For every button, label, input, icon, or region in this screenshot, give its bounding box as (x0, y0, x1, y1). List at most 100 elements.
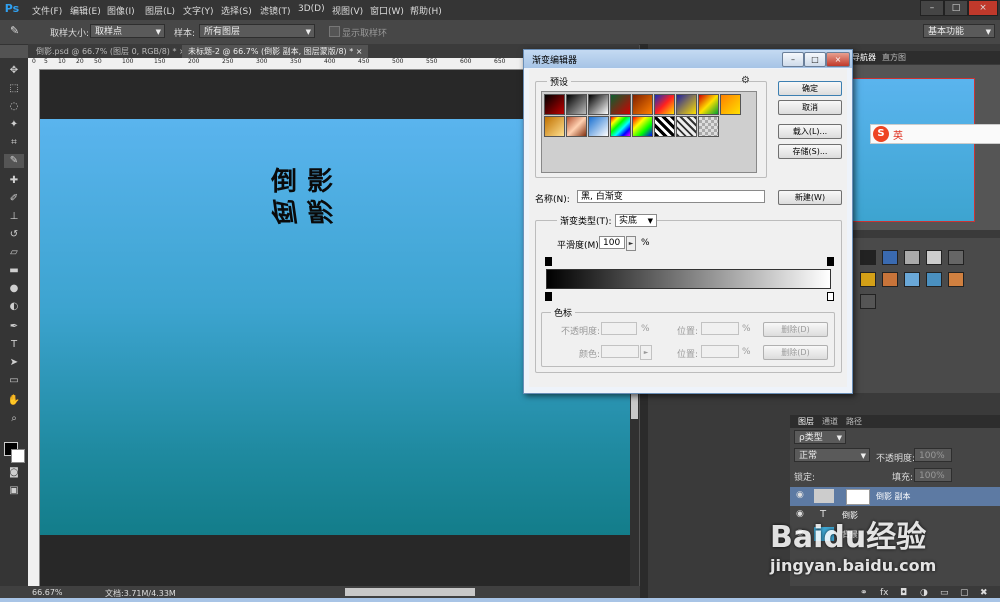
chevron-right-icon[interactable]: ► (626, 236, 636, 251)
layer-filter-select[interactable]: ρ类型 ▼ (794, 430, 846, 444)
preset-swatch[interactable] (720, 94, 741, 115)
menu-file[interactable]: 文件(F) (32, 4, 62, 17)
tab-document-2[interactable]: 未标题-2 @ 66.7% (倒影 副本, 图层蒙版/8) * × (182, 45, 369, 58)
stop-opacity-field[interactable] (601, 322, 637, 335)
style-swatch[interactable] (860, 294, 876, 309)
screen-mode-icon[interactable]: ▣ (4, 484, 24, 498)
menu-type[interactable]: 文字(Y) (183, 4, 214, 17)
gear-icon[interactable]: ⚙ (741, 75, 750, 86)
preset-swatch[interactable] (588, 116, 609, 137)
type-tool-icon[interactable]: T (4, 338, 24, 352)
hand-tool-icon[interactable]: ✋ (4, 394, 24, 408)
tab-layers[interactable]: 图层 (798, 416, 814, 427)
minimize-button[interactable]: – (920, 0, 944, 16)
dodge-tool-icon[interactable]: ◐ (4, 300, 24, 314)
preset-swatch[interactable] (698, 94, 719, 115)
eyedropper-tool-icon[interactable]: ✎ (4, 154, 24, 168)
name-field[interactable]: 黑, 白渐变 (577, 190, 765, 203)
crop-tool-icon[interactable]: ⌗ (4, 136, 24, 150)
style-swatch[interactable] (882, 250, 898, 265)
menu-filter[interactable]: 滤镜(T) (260, 4, 291, 17)
workspace-select[interactable]: 基本功能 ▼ (923, 24, 995, 38)
delete-opacity-stop-button[interactable]: 删除(D) (763, 322, 828, 337)
color-stop-right[interactable] (827, 292, 834, 301)
navigator-preview[interactable] (850, 78, 975, 222)
menu-help[interactable]: 帮助(H) (410, 4, 442, 17)
canvas-text-layer[interactable]: 倒影 倒影 (232, 168, 382, 225)
preset-swatch[interactable] (632, 94, 653, 115)
menu-view[interactable]: 视图(V) (332, 4, 363, 17)
save-button[interactable]: 存储(S)... (778, 144, 842, 159)
magic-wand-tool-icon[interactable]: ✦ (4, 118, 24, 132)
tab-paths[interactable]: 路径 (846, 416, 862, 427)
preset-swatch[interactable] (698, 116, 719, 137)
preset-swatch[interactable] (610, 116, 631, 137)
tab-histogram[interactable]: 直方图 (882, 52, 906, 63)
gradient-type-select[interactable]: 实底 ▼ (615, 214, 657, 227)
load-button[interactable]: 载入(L)... (778, 124, 842, 139)
menu-window[interactable]: 窗口(W) (370, 4, 404, 17)
opacity-stop-right[interactable] (827, 257, 834, 266)
clone-stamp-tool-icon[interactable]: ⊥ (4, 210, 24, 224)
smoothness-field[interactable]: 100 (599, 236, 625, 249)
eye-icon[interactable]: ◉ (796, 490, 804, 500)
cancel-button[interactable]: 取消 (778, 100, 842, 115)
style-swatch[interactable] (860, 250, 876, 265)
fill-field[interactable]: 100% (914, 468, 952, 482)
blur-tool-icon[interactable]: ● (4, 282, 24, 296)
close-button[interactable]: × (968, 0, 998, 16)
move-tool-icon[interactable]: ✥ (4, 64, 24, 78)
gradient-preview-bar[interactable] (546, 269, 831, 289)
delete-color-stop-button[interactable]: 删除(D) (763, 345, 828, 360)
stop-color-swatch[interactable] (601, 345, 639, 358)
sample-size-select[interactable]: 取样点 ▼ (90, 24, 165, 38)
background-color-swatch[interactable] (11, 449, 25, 463)
preset-swatch[interactable] (610, 94, 631, 115)
quick-mask-icon[interactable]: ◙ (4, 466, 24, 480)
dialog-title-bar[interactable]: 渐变编辑器 – □ × (524, 50, 852, 68)
preset-swatch[interactable] (676, 116, 697, 137)
ime-toolbar[interactable]: S 英 (870, 124, 1000, 144)
eyedropper-icon[interactable]: ✎ (10, 24, 19, 37)
history-brush-tool-icon[interactable]: ↺ (4, 228, 24, 242)
path-selection-tool-icon[interactable]: ➤ (4, 356, 24, 370)
style-swatch[interactable] (904, 250, 920, 265)
menu-layer[interactable]: 图层(L) (145, 4, 175, 17)
menu-image[interactable]: 图像(I) (107, 4, 135, 17)
restore-button[interactable]: □ (944, 0, 968, 16)
color-location-field[interactable] (701, 345, 739, 358)
gradient-tool-icon[interactable]: ▬ (4, 264, 24, 278)
zoom-tool-icon[interactable]: ⌕ (4, 412, 24, 426)
tab-document-1[interactable]: 倒影.psd @ 66.7% (图层 0, RGB/8) * × (30, 45, 192, 58)
style-swatch[interactable] (926, 272, 942, 287)
dialog-close-button[interactable]: × (826, 52, 850, 67)
menu-3d[interactable]: 3D(D) (298, 4, 325, 14)
preset-swatch[interactable] (566, 116, 587, 137)
layer-mask-thumbnail[interactable] (846, 489, 870, 505)
sample-select[interactable]: 所有图层 ▼ (199, 24, 315, 38)
style-swatch[interactable] (904, 272, 920, 287)
style-swatch[interactable] (860, 272, 876, 287)
preset-swatch[interactable] (588, 94, 609, 115)
eraser-tool-icon[interactable]: ▱ (4, 246, 24, 260)
style-swatch[interactable] (926, 250, 942, 265)
style-swatch[interactable] (882, 272, 898, 287)
layer-row[interactable]: ◉ 倒影 副本 (790, 487, 1000, 506)
preset-swatch[interactable] (566, 94, 587, 115)
new-button[interactable]: 新建(W) (778, 190, 842, 205)
close-icon[interactable]: × (356, 47, 363, 56)
opacity-location-field[interactable] (701, 322, 739, 335)
healing-brush-tool-icon[interactable]: ✚ (4, 174, 24, 188)
style-swatch[interactable] (948, 272, 964, 287)
preset-swatch[interactable] (544, 94, 565, 115)
preset-swatch[interactable] (544, 116, 565, 137)
opacity-stop-left[interactable] (545, 257, 552, 266)
shape-tool-icon[interactable]: ▭ (4, 374, 24, 388)
preset-swatch[interactable] (632, 116, 653, 137)
style-swatch[interactable] (948, 250, 964, 265)
horizontal-scrollbar-thumb[interactable] (345, 588, 475, 596)
menu-edit[interactable]: 编辑(E) (70, 4, 101, 17)
menu-select[interactable]: 选择(S) (221, 4, 252, 17)
tab-channels[interactable]: 通道 (822, 416, 838, 427)
show-ring-checkbox[interactable] (329, 26, 340, 37)
